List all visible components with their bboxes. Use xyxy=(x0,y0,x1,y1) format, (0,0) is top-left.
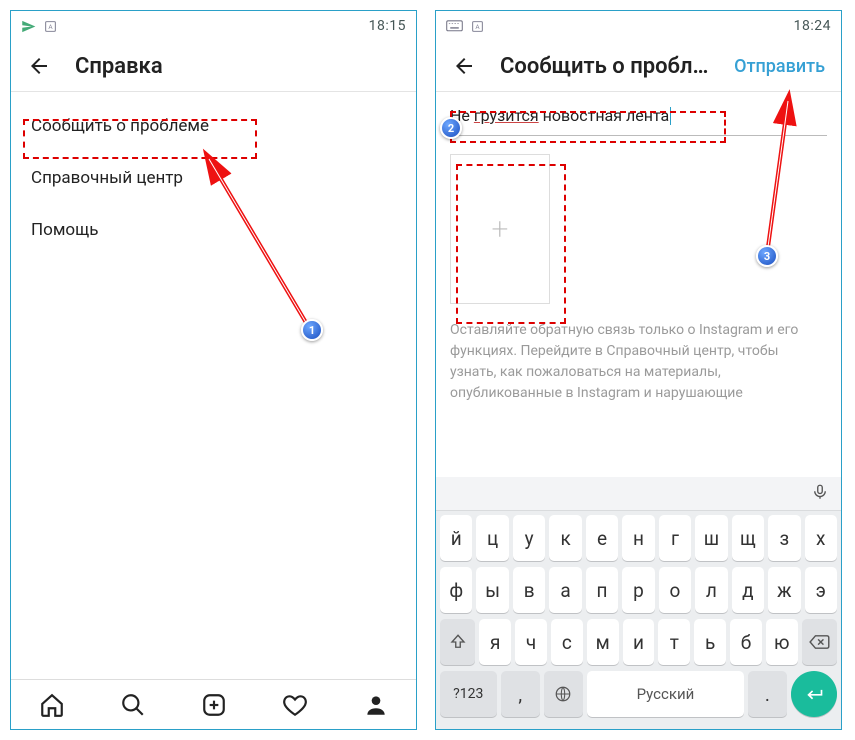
disclaimer-text: Оставляйте обратную связь только о Insta… xyxy=(450,320,827,404)
bottom-nav xyxy=(11,679,416,729)
clock: 18:24 xyxy=(794,18,831,34)
phone-right: A 18:24 Сообщить о пробл… Отправить Не г… xyxy=(435,10,842,730)
key-н[interactable]: н xyxy=(622,515,654,561)
key-ф[interactable]: ф xyxy=(440,567,472,613)
page-title: Справка xyxy=(75,54,400,79)
input-text-suffix: новостная лента xyxy=(539,106,670,125)
period-key[interactable]: . xyxy=(748,671,787,717)
key-е[interactable]: е xyxy=(586,515,618,561)
key-т[interactable]: т xyxy=(658,619,690,665)
input-text-underline: грузится xyxy=(474,106,539,125)
globe-key[interactable] xyxy=(544,671,583,717)
plus-icon: + xyxy=(492,212,509,247)
send-icon xyxy=(21,19,36,34)
on-screen-keyboard: йцукенгшщзх фывапролджэ ячсмитьбю ?123 ,… xyxy=(436,477,841,729)
profile-icon[interactable] xyxy=(363,692,389,718)
key-у[interactable]: у xyxy=(513,515,545,561)
status-bar: A 18:24 xyxy=(436,11,841,41)
key-б[interactable]: б xyxy=(730,619,762,665)
app-square-icon: A xyxy=(44,20,57,33)
text-cursor xyxy=(670,107,671,125)
key-р[interactable]: р xyxy=(622,567,654,613)
app-bar: Сообщить о пробл… Отправить xyxy=(436,41,841,91)
app-square-icon: A xyxy=(471,20,484,33)
step-badge-3: 3 xyxy=(756,245,778,267)
keyboard-suggestion-bar[interactable] xyxy=(436,477,841,511)
keyboard-status-icon xyxy=(446,20,463,33)
key-д[interactable]: д xyxy=(732,567,764,613)
key-ы[interactable]: ы xyxy=(476,567,508,613)
home-icon[interactable] xyxy=(39,692,65,718)
app-bar: Справка xyxy=(11,41,416,91)
key-ш[interactable]: ш xyxy=(695,515,727,561)
menu-item-support[interactable]: Помощь xyxy=(11,204,416,256)
step-badge-1: 1 xyxy=(301,319,323,341)
space-key[interactable]: Русский xyxy=(587,671,744,717)
menu-item-help-center[interactable]: Справочный центр xyxy=(11,152,416,204)
shift-key[interactable] xyxy=(440,619,475,665)
clock: 18:15 xyxy=(369,18,406,34)
problem-input[interactable]: Не грузится новостная лента xyxy=(450,100,827,136)
key-о[interactable]: о xyxy=(659,567,691,613)
key-л[interactable]: л xyxy=(695,567,727,613)
back-icon[interactable] xyxy=(27,54,51,78)
key-а[interactable]: а xyxy=(549,567,581,613)
key-г[interactable]: г xyxy=(659,515,691,561)
key-з[interactable]: з xyxy=(768,515,800,561)
key-э[interactable]: э xyxy=(805,567,837,613)
key-и[interactable]: и xyxy=(623,619,655,665)
back-icon[interactable] xyxy=(452,54,476,78)
key-ч[interactable]: ч xyxy=(515,619,547,665)
key-с[interactable]: с xyxy=(551,619,583,665)
menu-item-report[interactable]: Сообщить о проблеме xyxy=(11,100,416,152)
key-п[interactable]: п xyxy=(586,567,618,613)
enter-key[interactable] xyxy=(791,671,837,717)
key-щ[interactable]: щ xyxy=(732,515,764,561)
key-ж[interactable]: ж xyxy=(768,567,800,613)
add-attachment-button[interactable]: + xyxy=(450,154,550,304)
key-я[interactable]: я xyxy=(479,619,511,665)
comma-key[interactable]: , xyxy=(501,671,540,717)
key-ц[interactable]: ц xyxy=(476,515,508,561)
step-badge-2: 2 xyxy=(440,117,462,139)
page-title: Сообщить о пробл… xyxy=(500,54,710,79)
key-ю[interactable]: ю xyxy=(766,619,798,665)
backspace-key[interactable] xyxy=(802,619,837,665)
svg-text:A: A xyxy=(48,23,53,31)
heart-icon[interactable] xyxy=(282,692,308,718)
numeric-key[interactable]: ?123 xyxy=(440,671,497,717)
search-icon[interactable] xyxy=(120,692,146,718)
status-bar: A 18:15 xyxy=(11,11,416,41)
key-х[interactable]: х xyxy=(805,515,837,561)
add-post-icon[interactable] xyxy=(201,692,227,718)
submit-button[interactable]: Отправить xyxy=(734,56,825,77)
mic-icon[interactable] xyxy=(811,483,829,505)
menu-list: Сообщить о проблеме Справочный центр Пом… xyxy=(11,92,416,264)
svg-text:A: A xyxy=(475,23,480,31)
key-й[interactable]: й xyxy=(440,515,472,561)
phone-left: A 18:15 Справка Сообщить о проблеме Спра… xyxy=(10,10,417,730)
key-ь[interactable]: ь xyxy=(694,619,726,665)
key-м[interactable]: м xyxy=(587,619,619,665)
key-к[interactable]: к xyxy=(549,515,581,561)
key-в[interactable]: в xyxy=(513,567,545,613)
report-form: Не грузится новостная лента + Оставляйте… xyxy=(436,92,841,404)
